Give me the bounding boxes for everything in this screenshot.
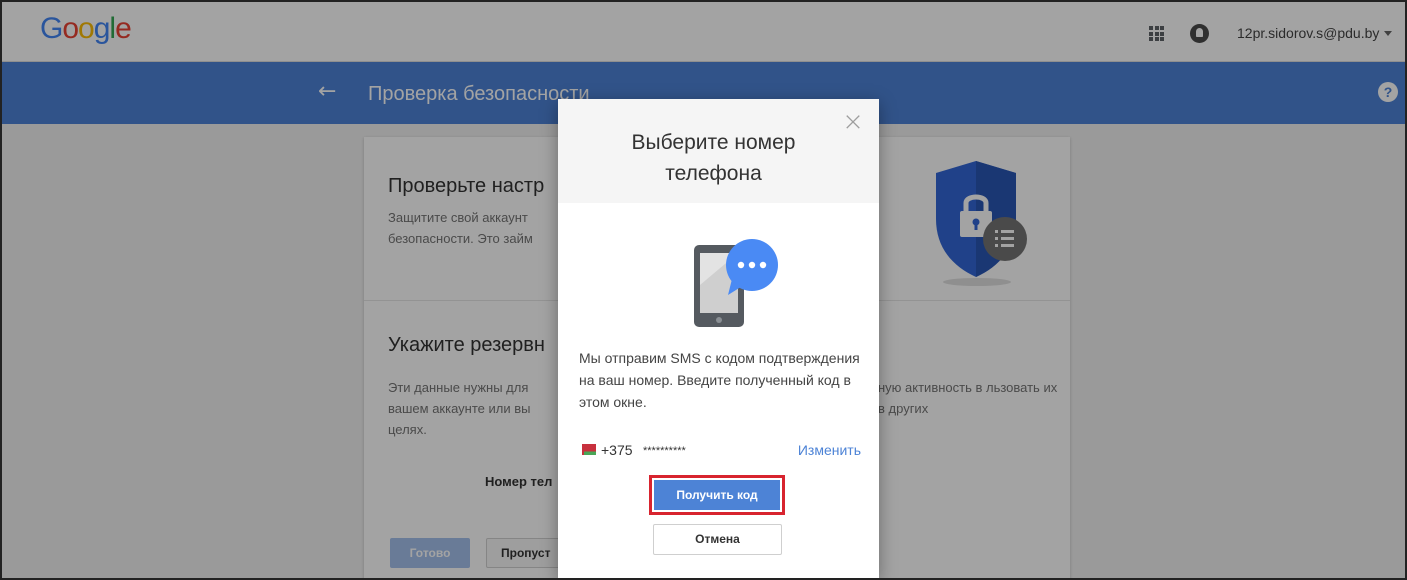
- phone-sms-icon: [692, 235, 782, 330]
- phone-country-code: +375: [601, 442, 633, 458]
- cancel-button[interactable]: Отмена: [653, 524, 782, 555]
- screen: Google 12pr.sidorov.s@pdu.by ← Проверка …: [0, 0, 1407, 580]
- phone-number-masked: **********: [643, 445, 686, 457]
- dialog-title: Выберите номер телефона: [631, 131, 796, 185]
- sms-message: Мы отправим SMS с кодом подтверждения на…: [579, 350, 860, 410]
- belarus-flag-icon: [579, 444, 596, 455]
- dialog-header: Выберите номер телефона ×: [558, 99, 879, 203]
- change-number-link[interactable]: Изменить: [798, 442, 861, 458]
- get-code-button[interactable]: Получить код: [654, 480, 780, 510]
- get-code-highlight: Получить код: [649, 475, 785, 515]
- close-icon[interactable]: ×: [840, 109, 866, 135]
- phone-number-row: +375 ********** Изменить: [579, 441, 861, 461]
- choose-phone-dialog: Выберите номер телефона × Мы отправим SM…: [558, 99, 879, 578]
